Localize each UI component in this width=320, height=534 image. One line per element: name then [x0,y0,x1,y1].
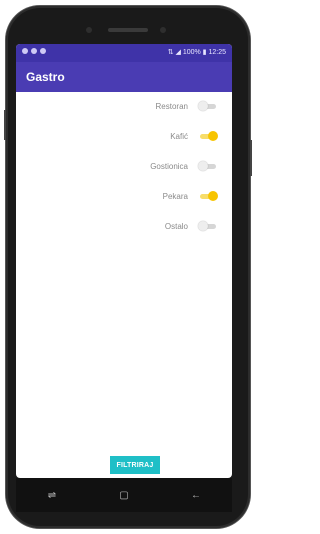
recent-apps-icon[interactable]: ⇌ [42,490,62,501]
app-screen: ⇅ ◢ 100% ▮ 12:25 Gastro Restoran Kafić G… [16,44,232,478]
status-bar: ⇅ ◢ 100% ▮ 12:25 [16,44,232,62]
toggle-label: Gostionica [150,161,188,171]
toggle-switch-gostionica[interactable] [198,161,218,171]
back-icon[interactable]: ← [186,490,206,501]
notification-icon [40,48,46,54]
sensor [86,27,92,33]
switch-thumb [208,131,218,141]
toggle-label: Pekara [162,191,188,201]
status-text: ⇅ ◢ 100% ▮ 12:25 [167,49,226,56]
switch-thumb [198,221,208,231]
toggle-row-kafic: Kafić [170,128,218,144]
toggle-switch-ostalo[interactable] [198,221,218,231]
volume-button [4,110,6,140]
navigation-bar: ⇌ ▢ ← [16,478,232,512]
front-camera [160,27,166,33]
toggle-label: Restoran [155,101,188,111]
toggle-label: Kafić [170,131,188,141]
home-icon[interactable]: ▢ [114,490,134,501]
switch-thumb [198,161,208,171]
notification-icon [22,48,28,54]
notification-icon [31,48,37,54]
app-bar: Gastro [16,62,232,92]
status-icons-left [22,48,46,54]
app-title: Gastro [26,70,65,84]
toggle-switch-pekara[interactable] [198,191,218,201]
toggle-row-gostionica: Gostionica [150,158,218,174]
toggle-row-ostalo: Ostalo [165,218,218,234]
toggle-row-pekara: Pekara [163,188,218,204]
filter-button[interactable]: FILTRIRAJ [110,456,160,474]
switch-thumb [208,191,218,201]
device-screenshot: ⇅ ◢ 100% ▮ 12:25 Gastro Restoran Kafić G… [0,0,256,534]
toggle-switch-kafic[interactable] [198,131,218,141]
toggle-label: Ostalo [164,221,188,231]
toggle-row-restoran: Restoran [156,98,218,114]
earpiece-speaker [108,28,148,32]
toggle-switch-restoran[interactable] [198,101,218,111]
switch-thumb [198,101,208,111]
power-button [250,140,252,176]
status-icons-right: ⇅ ◢ 100% ▮ 12:25 [168,48,226,56]
